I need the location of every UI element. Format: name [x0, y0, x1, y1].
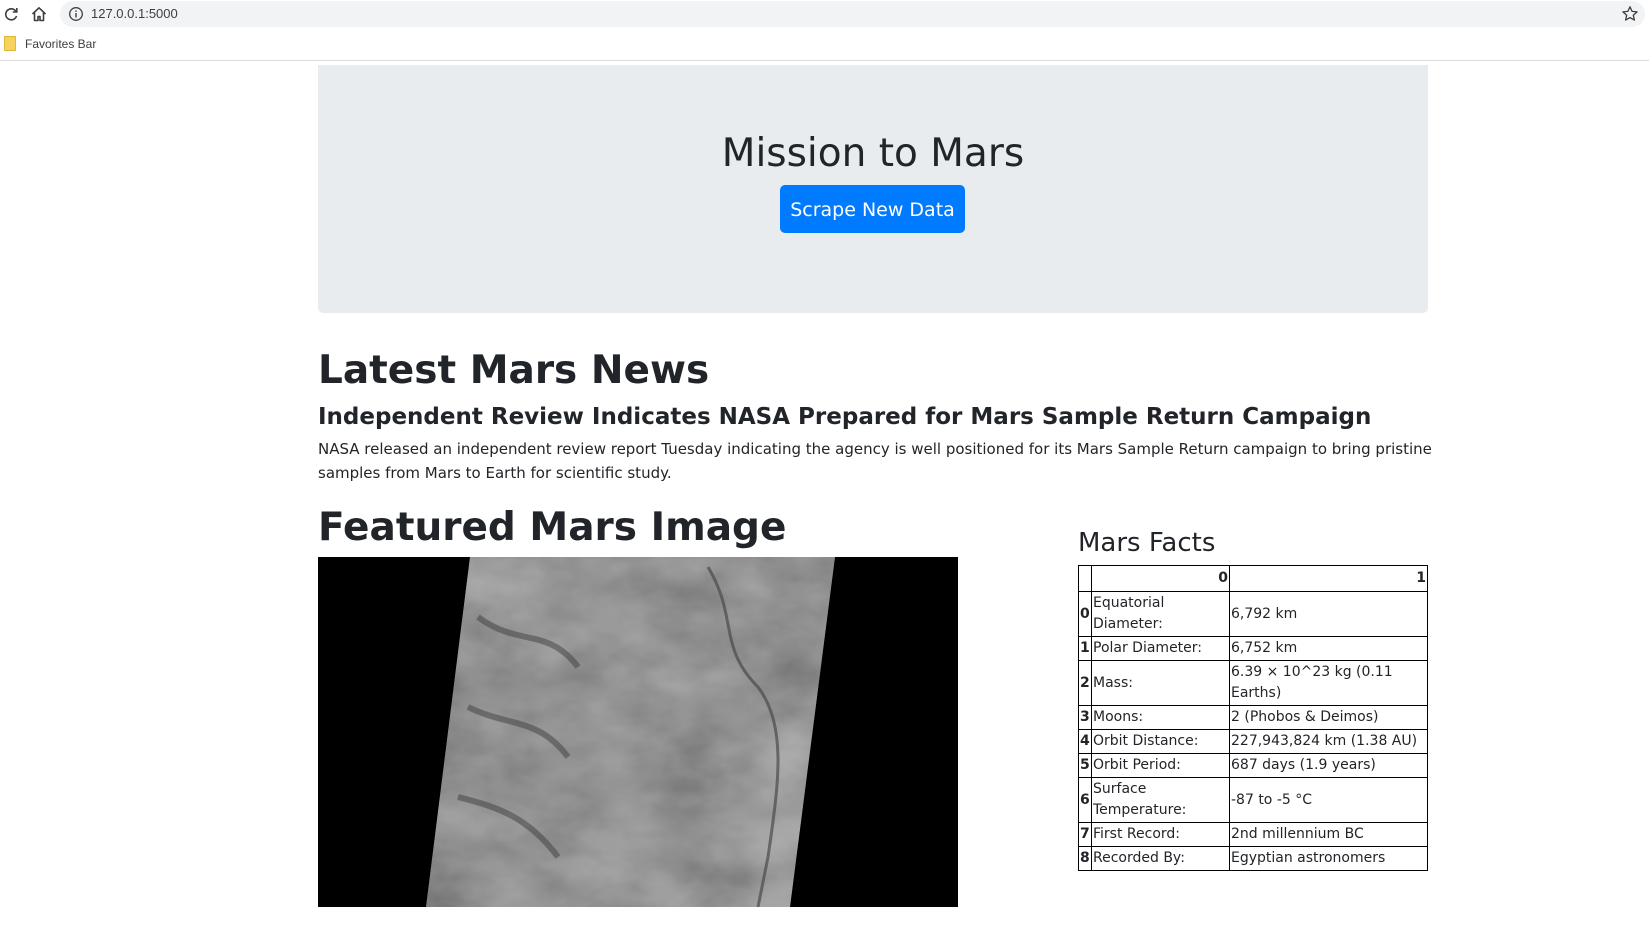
- fact-value: Egyptian astronomers: [1229, 846, 1428, 871]
- fact-label: First Record:: [1091, 822, 1230, 847]
- mars-facts-table: 0 1 0 Equatorial Diameter: 6,792 km 1 Po…: [1078, 565, 1428, 871]
- fact-label: Orbit Distance:: [1091, 729, 1230, 754]
- url-text[interactable]: 127.0.0.1:5000: [91, 6, 178, 22]
- table-header-cell: [1078, 565, 1092, 592]
- row-index: 0: [1078, 591, 1092, 637]
- news-title: Independent Review Indicates NASA Prepar…: [318, 404, 1372, 430]
- home-icon[interactable]: [28, 3, 50, 25]
- scrape-new-data-button[interactable]: Scrape New Data: [780, 185, 965, 233]
- row-index: 7: [1078, 822, 1092, 847]
- site-info-icon[interactable]: [68, 6, 84, 22]
- favorites-bar: Favorites Bar: [0, 30, 1649, 61]
- row-index: 8: [1078, 846, 1092, 871]
- fact-value: 6,792 km: [1229, 591, 1428, 637]
- address-bar[interactable]: 127.0.0.1:5000: [60, 1, 1645, 27]
- fact-label: Moons:: [1091, 705, 1230, 730]
- table-row: 2 Mass: 6.39 × 10^23 kg (0.11 Earths): [1078, 660, 1428, 706]
- favorites-bar-item[interactable]: Favorites Bar: [4, 36, 96, 51]
- row-index: 3: [1078, 705, 1092, 730]
- row-index: 6: [1078, 777, 1092, 823]
- fact-label: Mass:: [1091, 660, 1230, 706]
- fact-label: Surface Temperature:: [1091, 777, 1230, 823]
- table-row: 1 Polar Diameter: 6,752 km: [1078, 636, 1428, 661]
- fact-label: Recorded By:: [1091, 846, 1230, 871]
- table-row: 8 Recorded By: Egyptian astronomers: [1078, 846, 1428, 871]
- star-icon[interactable]: [1621, 5, 1639, 23]
- table-header-cell: 1: [1229, 565, 1428, 592]
- table-header-row: 0 1: [1078, 565, 1428, 592]
- featured-image-heading: Featured Mars Image: [318, 505, 787, 550]
- fact-label: Polar Diameter:: [1091, 636, 1230, 661]
- fact-value: 687 days (1.9 years): [1229, 753, 1428, 778]
- table-row: 3 Moons: 2 (Phobos & Deimos): [1078, 705, 1428, 730]
- table-row: 0 Equatorial Diameter: 6,792 km: [1078, 591, 1428, 637]
- fact-value: 6.39 × 10^23 kg (0.11 Earths): [1229, 660, 1428, 706]
- row-index: 5: [1078, 753, 1092, 778]
- table-header-cell: 0: [1091, 565, 1230, 592]
- fact-value: 227,943,824 km (1.38 AU): [1229, 729, 1428, 754]
- fact-label: Equatorial Diameter:: [1091, 591, 1230, 637]
- fact-value: -87 to -5 °C: [1229, 777, 1428, 823]
- news-paragraph: NASA released an independent review repo…: [318, 440, 1432, 482]
- fact-label: Orbit Period:: [1091, 753, 1230, 778]
- fact-value: 6,752 km: [1229, 636, 1428, 661]
- fact-value: 2 (Phobos & Deimos): [1229, 705, 1428, 730]
- table-row: 5 Orbit Period: 687 days (1.9 years): [1078, 753, 1428, 778]
- fact-value: 2nd millennium BC: [1229, 822, 1428, 847]
- mars-facts-heading: Mars Facts: [1078, 528, 1216, 558]
- row-index: 2: [1078, 660, 1092, 706]
- reload-icon[interactable]: [0, 3, 22, 25]
- favorites-bar-label: Favorites Bar: [25, 36, 97, 51]
- row-index: 4: [1078, 729, 1092, 754]
- latest-news-heading: Latest Mars News: [318, 348, 710, 393]
- folder-icon: [4, 36, 16, 51]
- featured-mars-image: [318, 557, 958, 907]
- table-row: 7 First Record: 2nd millennium BC: [1078, 822, 1428, 847]
- hero-jumbotron: Mission to Mars Scrape New Data: [318, 65, 1428, 313]
- browser-toolbar: 127.0.0.1:5000: [0, 0, 1649, 28]
- table-row: 6 Surface Temperature: -87 to -5 °C: [1078, 777, 1428, 823]
- row-index: 1: [1078, 636, 1092, 661]
- page-title: Mission to Mars: [721, 131, 1025, 176]
- table-row: 4 Orbit Distance: 227,943,824 km (1.38 A…: [1078, 729, 1428, 754]
